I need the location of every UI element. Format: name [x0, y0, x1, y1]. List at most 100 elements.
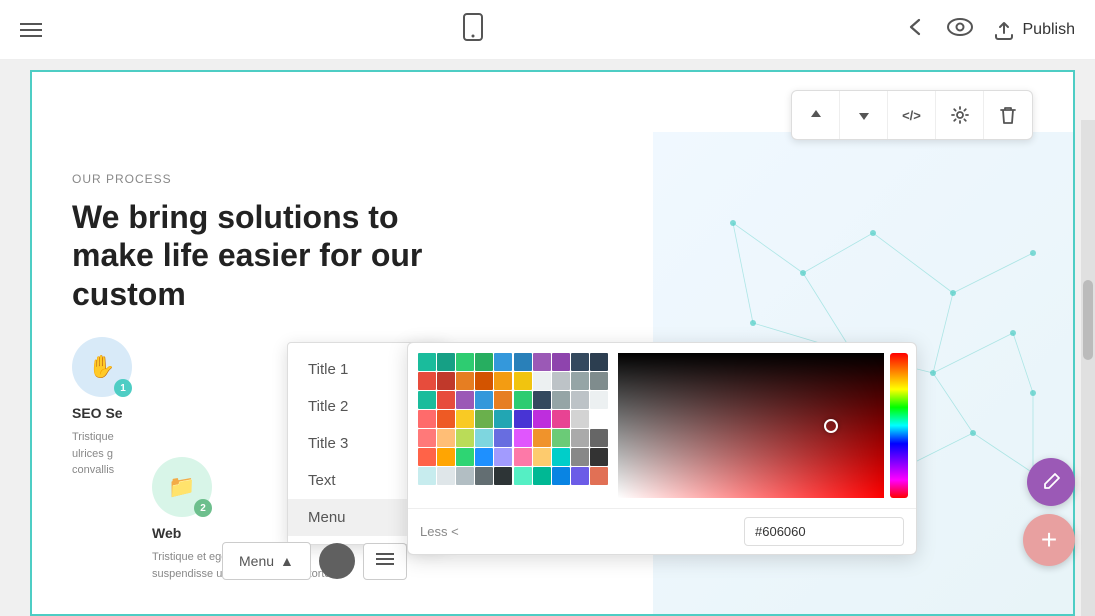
- color-swatch[interactable]: [514, 410, 532, 428]
- add-icon: +: [1041, 526, 1057, 554]
- color-swatch[interactable]: [418, 448, 436, 466]
- color-swatch[interactable]: [514, 467, 532, 485]
- fab-add-button[interactable]: +: [1023, 514, 1075, 566]
- color-swatch[interactable]: [456, 448, 474, 466]
- color-swatch[interactable]: [475, 448, 493, 466]
- hue-bar[interactable]: [890, 353, 908, 498]
- color-swatch[interactable]: [571, 353, 589, 371]
- color-swatch[interactable]: [533, 467, 551, 485]
- scrollbar-thumb[interactable]: [1083, 280, 1093, 360]
- color-swatch[interactable]: [571, 467, 589, 485]
- color-swatch[interactable]: [437, 353, 455, 371]
- color-swatch[interactable]: [514, 391, 532, 409]
- color-swatch[interactable]: [552, 467, 570, 485]
- color-swatch[interactable]: [552, 372, 570, 390]
- color-swatch[interactable]: [571, 372, 589, 390]
- eye-icon[interactable]: [947, 18, 973, 42]
- gradient-wrapper[interactable]: [618, 353, 908, 498]
- color-swatch[interactable]: [437, 467, 455, 485]
- color-swatch[interactable]: [514, 429, 532, 447]
- move-down-button[interactable]: [840, 91, 888, 139]
- menu-dropdown-button[interactable]: Menu ▲: [222, 542, 311, 580]
- color-swatch[interactable]: [590, 353, 608, 371]
- color-swatch[interactable]: [590, 410, 608, 428]
- color-swatch[interactable]: [456, 410, 474, 428]
- color-swatch[interactable]: [552, 353, 570, 371]
- color-swatch[interactable]: [418, 429, 436, 447]
- color-swatch[interactable]: [418, 353, 436, 371]
- color-swatch[interactable]: [514, 448, 532, 466]
- color-swatch[interactable]: [552, 391, 570, 409]
- color-swatch[interactable]: [514, 372, 532, 390]
- color-swatch[interactable]: [494, 372, 512, 390]
- gradient-spectrum[interactable]: [618, 353, 884, 498]
- color-swatch[interactable]: [475, 467, 493, 485]
- scrollbar[interactable]: [1081, 120, 1095, 616]
- color-swatch[interactable]: [590, 391, 608, 409]
- color-swatch[interactable]: [437, 391, 455, 409]
- color-swatch[interactable]: [552, 429, 570, 447]
- color-swatch[interactable]: [571, 391, 589, 409]
- color-swatch[interactable]: [494, 467, 512, 485]
- color-swatch[interactable]: [418, 372, 436, 390]
- color-swatch[interactable]: [494, 410, 512, 428]
- color-swatch[interactable]: [533, 372, 551, 390]
- color-swatch[interactable]: [533, 429, 551, 447]
- color-swatch[interactable]: [533, 448, 551, 466]
- color-swatch[interactable]: [456, 391, 474, 409]
- color-swatch[interactable]: [456, 467, 474, 485]
- color-swatch[interactable]: [418, 410, 436, 428]
- color-swatch[interactable]: [514, 353, 532, 371]
- color-swatch[interactable]: [552, 448, 570, 466]
- color-swatch[interactable]: [590, 372, 608, 390]
- color-swatch[interactable]: [494, 448, 512, 466]
- headline: We bring solutions to make life easier f…: [72, 198, 432, 313]
- card-item-1: ✋ 1 SEO Se Tristiqueulrices gconvallis: [72, 337, 132, 582]
- back-icon[interactable]: [905, 16, 927, 44]
- less-button[interactable]: Less <: [420, 524, 459, 539]
- color-swatch[interactable]: [418, 467, 436, 485]
- publish-button[interactable]: Publish: [993, 20, 1075, 40]
- gradient-area: [618, 343, 916, 508]
- color-swatch[interactable]: [533, 410, 551, 428]
- color-swatch[interactable]: [571, 410, 589, 428]
- color-swatch[interactable]: [494, 353, 512, 371]
- color-swatch-button[interactable]: [319, 543, 355, 579]
- settings-button[interactable]: [936, 91, 984, 139]
- canvas-area: </> OUR PROCESS We bring solutions to ma…: [0, 60, 1095, 616]
- color-swatch[interactable]: [571, 429, 589, 447]
- color-swatch[interactable]: [437, 429, 455, 447]
- color-swatch[interactable]: [475, 353, 493, 371]
- color-picker-panel: Less <: [407, 342, 917, 555]
- delete-button[interactable]: [984, 91, 1032, 139]
- color-swatch[interactable]: [533, 391, 551, 409]
- color-swatch[interactable]: [494, 429, 512, 447]
- color-swatch[interactable]: [590, 448, 608, 466]
- card-badge-1: 1: [114, 379, 132, 397]
- color-swatch[interactable]: [590, 467, 608, 485]
- publish-label: Publish: [1023, 21, 1075, 39]
- color-swatch[interactable]: [437, 410, 455, 428]
- color-swatch[interactable]: [456, 353, 474, 371]
- color-swatch[interactable]: [456, 372, 474, 390]
- float-toolbar: </>: [791, 90, 1033, 140]
- color-swatch[interactable]: [418, 391, 436, 409]
- move-up-button[interactable]: [792, 91, 840, 139]
- color-swatch[interactable]: [475, 429, 493, 447]
- code-button[interactable]: </>: [888, 91, 936, 139]
- color-swatch[interactable]: [552, 410, 570, 428]
- color-swatch[interactable]: [437, 372, 455, 390]
- hamburger-icon[interactable]: [20, 23, 42, 37]
- color-swatch[interactable]: [475, 391, 493, 409]
- color-swatch[interactable]: [590, 429, 608, 447]
- color-swatch[interactable]: [494, 391, 512, 409]
- color-swatch[interactable]: [475, 410, 493, 428]
- color-swatch[interactable]: [437, 448, 455, 466]
- color-swatch[interactable]: [456, 429, 474, 447]
- align-button[interactable]: [363, 543, 407, 580]
- color-swatch[interactable]: [571, 448, 589, 466]
- fab-edit-button[interactable]: [1027, 458, 1075, 506]
- hex-input[interactable]: [744, 517, 904, 546]
- color-swatch[interactable]: [475, 372, 493, 390]
- color-swatch[interactable]: [533, 353, 551, 371]
